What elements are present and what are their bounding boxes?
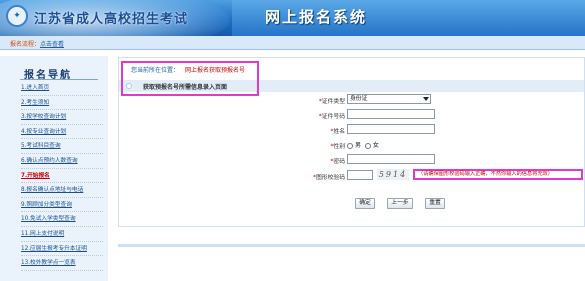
row-name: *姓名 (119, 124, 345, 135)
gender-female-label: 女 (372, 142, 379, 149)
gender-label: *性别 (330, 144, 345, 150)
gender-female-radio[interactable] (364, 142, 371, 149)
location-value: 网上报名获取预报名号 (185, 67, 246, 74)
location-label: 您当前所在位置： (131, 67, 180, 74)
current-location: 您当前所在位置： 网上报名获取预报名号 (131, 65, 245, 74)
sidebar-item-appointment-count[interactable]: 6.确认点预约人数查询 (21, 154, 103, 169)
id-number-input[interactable] (347, 109, 435, 119)
row-gender: *性别 (119, 139, 345, 150)
captcha-label: *图形校验码 (313, 175, 345, 181)
gender-male-label: 男 (355, 142, 362, 149)
id-type-select[interactable]: 身份证 (347, 94, 431, 104)
sidebar-item-exempt-type[interactable]: 10.免试入学类型查询 (21, 212, 103, 227)
site-title: 江苏省成人高校招生考试 (34, 12, 189, 27)
id-type-value: 身份证 (350, 96, 368, 102)
reset-button[interactable]: 重置 (425, 198, 445, 209)
system-title: 网上报名系统 (265, 8, 368, 26)
chevron-down-icon (423, 97, 429, 101)
sidebar-divider (20, 79, 98, 80)
confirm-button[interactable]: 确定 (355, 198, 375, 209)
id-number-label: *证件号码 (318, 114, 345, 120)
sidebar-item-online-payment[interactable]: 11.网上支付说明 (21, 227, 103, 242)
gender-options: 男 女 (347, 140, 379, 149)
sidebar-item-offsite-list[interactable]: 13.校外教学点一览表 (21, 256, 103, 271)
sidebar-item-start-registration[interactable]: 7.开始报名 (21, 169, 103, 184)
top-navbar: 报名流程：点击查看 (0, 36, 585, 50)
captcha-notice: （请确保图形校验码输入正确，不然你输入的信息将无效） (413, 169, 583, 180)
section-header: 获取预报名号所需信息录入页面 (119, 80, 584, 92)
row-id-number: *证件号码 (119, 109, 345, 120)
name-label: *姓名 (330, 129, 345, 135)
gender-male-radio[interactable] (347, 142, 353, 149)
row-captcha: *图形校验码 (119, 170, 345, 181)
sidebar-item-exam-subjects[interactable]: 5.考试科目查询 (21, 139, 103, 154)
sidebar-menu: 1.进入首页 2.考生须知 3.按学校查询计划 4.按专业查询计划 5.考试科目… (21, 81, 103, 271)
process-link[interactable]: 点击查看 (40, 41, 64, 48)
captcha-image[interactable]: 5914 (377, 169, 409, 180)
sidebar: 报名导航 1.进入首页 2.考生须知 3.按学校查询计划 4.按专业查询计划 5… (0, 56, 108, 281)
sidebar-item-confirm-address[interactable]: 8.报名确认点地址与电话 (21, 183, 103, 198)
sidebar-item-home[interactable]: 1.进入首页 (21, 81, 103, 96)
sidebar-item-plan-by-school[interactable]: 3.按学校查询计划 (21, 110, 103, 125)
row-password: *密码 (119, 154, 345, 165)
header-banner: ✦ 江苏省成人高校招生考试 网上报名系统 (0, 0, 585, 36)
id-type-label: *证件类型 (318, 99, 345, 105)
breadcrumb-label: 报名流程： (10, 41, 41, 48)
captcha-input[interactable] (347, 170, 373, 180)
sidebar-item-notice[interactable]: 2.考生须知 (21, 96, 103, 111)
password-label: *密码 (330, 159, 345, 165)
previous-button[interactable]: 上一步 (387, 198, 413, 209)
sidebar-item-plan-by-major[interactable]: 4.按专业查询计划 (21, 125, 103, 140)
sidebar-item-graduate-proof[interactable]: 12.应届生报考专升本证明 (21, 242, 103, 257)
bullet-icon (126, 83, 132, 89)
name-input[interactable] (347, 124, 435, 134)
breadcrumb: 报名流程：点击查看 (10, 39, 64, 48)
main-panel: 您当前所在位置： 网上报名获取预报名号 获取预报名号所需信息录入页面 *证件类型 … (118, 57, 585, 227)
logo-icon: ✦ (6, 5, 28, 27)
row-id-type: *证件类型 (119, 94, 345, 105)
password-input[interactable] (347, 154, 435, 164)
section-title: 获取预报名号所需信息录入页面 (143, 84, 228, 91)
sidebar-item-bonus-type[interactable]: 9.照顾加分类型查询 (21, 198, 103, 213)
footer-bar (118, 244, 585, 247)
